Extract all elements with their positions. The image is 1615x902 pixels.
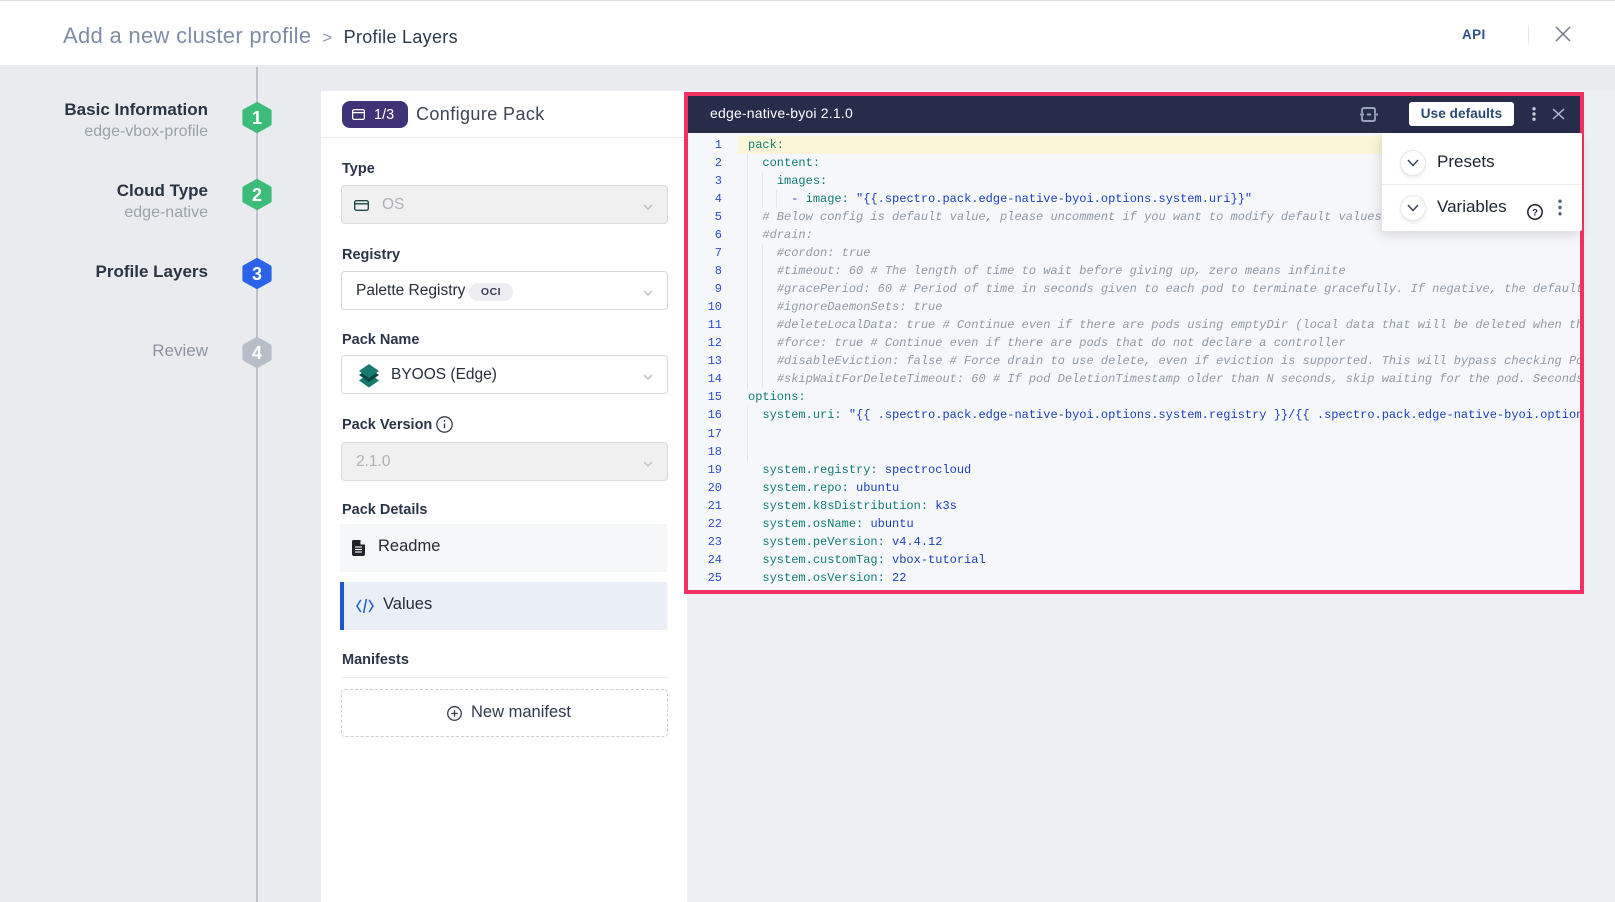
- svg-text:1: 1: [252, 108, 262, 128]
- svg-text:3: 3: [252, 264, 262, 284]
- svg-text:2: 2: [252, 185, 262, 205]
- svg-text:?: ?: [1532, 208, 1538, 219]
- svg-text:4: 4: [252, 343, 262, 363]
